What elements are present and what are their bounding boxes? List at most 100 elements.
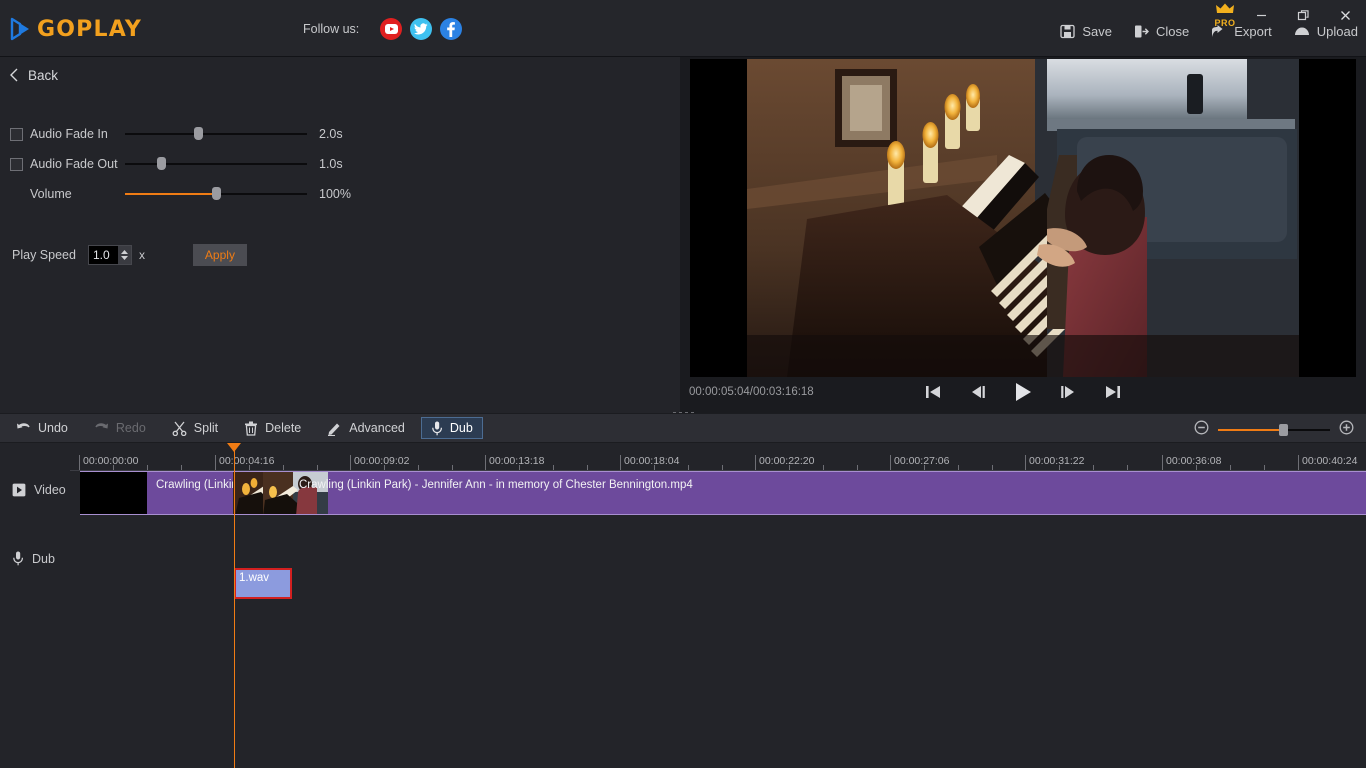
slider-handle[interactable] [193,127,203,140]
skip-start-icon [926,386,940,398]
track-label-dub: Dub [32,551,55,566]
slider-handle[interactable] [157,157,167,170]
audio-fade-out-slider[interactable] [125,156,307,172]
back-label: Back [28,67,59,83]
next-frame-icon [1061,386,1074,398]
close-project-label: Close [1155,24,1190,39]
track-header-dub[interactable]: Dub [12,551,55,566]
twitter-icon[interactable] [410,18,432,40]
split-label: Split [193,421,219,435]
advanced-button[interactable]: Advanced [317,417,415,439]
redo-label: Redo [115,421,146,435]
video-canvas[interactable] [690,59,1356,377]
audio-fade-in-checkbox[interactable] [10,127,23,141]
skip-start-button[interactable] [920,379,946,405]
close-project-button[interactable]: Close [1134,24,1189,39]
save-button[interactable]: Save [1060,24,1112,39]
dub-button[interactable]: Dub [420,417,483,439]
delete-button[interactable]: Delete [234,417,311,439]
video-frame [747,59,1299,377]
audio-fade-out-checkbox[interactable] [10,157,23,171]
ruler-label: 00:00:36:08 [1166,455,1222,467]
volume-label: Volume [30,187,72,201]
video-clip-2-label: Crawling (Linkin Park) - Jennifer Ann - … [299,479,693,491]
facebook-icon[interactable] [440,18,462,40]
export-button[interactable]: Export [1211,24,1272,39]
audio-fade-in-label: Audio Fade In [30,127,108,141]
microphone-icon [432,421,442,435]
play-speed-value: 1.0 [92,248,110,262]
apply-button[interactable]: Apply [192,244,247,266]
play-speed-row: Play Speed 1.0 x Apply [0,243,680,267]
social-links [380,18,462,40]
audio-fade-in-row: Audio Fade In 2.0s [0,123,680,145]
app-logo-text: GOPLAY [37,16,142,42]
volume-row: Volume 100% [0,183,680,205]
audio-fade-in-slider[interactable] [125,126,307,142]
redo-button[interactable]: Redo [84,417,156,439]
play-button[interactable] [1010,379,1036,405]
goplay-video-editor-window: GOPLAY Follow us: PRO Save Close Export … [0,0,1366,768]
trash-icon [245,421,258,436]
timeline-ruler[interactable]: 00:00:00:00 00:00:04:16 00:00:09:02 00:0… [70,451,1366,471]
zoom-slider[interactable] [1218,423,1330,437]
upload-button[interactable]: Upload [1294,24,1358,39]
transport-controls [680,379,1366,405]
play-logo-icon [8,16,34,42]
prev-frame-icon [972,386,985,398]
undo-button[interactable]: Undo [6,417,78,439]
slider-handle[interactable] [212,187,221,200]
dub-clip-1-label: 1.wav [239,572,270,584]
app-logo[interactable]: GOPLAY [8,14,142,44]
back-button[interactable]: Back [8,67,58,83]
ruler-label: 00:00:31:22 [1029,455,1085,467]
youtube-icon[interactable] [380,18,402,40]
redo-icon [95,423,108,429]
skip-end-button[interactable] [1100,379,1126,405]
skip-end-icon [1106,386,1120,398]
caret-down-icon [120,256,128,260]
audio-properties-panel: Back Audio Fade In 2.0s Audio Fade Out 1… [0,57,680,413]
zoom-fill [1218,429,1283,431]
zoom-handle[interactable] [1278,424,1288,436]
chevron-left-icon [10,68,18,82]
playhead-marker[interactable] [227,443,241,452]
export-icon [1212,25,1223,37]
zoom-in-icon[interactable] [1339,420,1354,440]
export-label: Export [1234,24,1272,39]
next-frame-button[interactable] [1055,379,1081,405]
video-clip-2[interactable]: Crawling (Linkin Park) - Jennifer Ann - … [233,471,1366,515]
pencil-icon [328,423,340,436]
clip-thumbnail-black [80,472,147,514]
video-preview-panel: 00:00:05:04/00:03:16:18 [680,57,1366,413]
track-header-column: Video Dub [0,443,70,768]
zoom-out-icon[interactable] [1194,420,1209,440]
track-header-video[interactable]: Video [12,483,66,497]
play-speed-label: Play Speed [12,248,76,262]
undo-label: Undo [38,421,68,435]
prev-frame-button[interactable] [965,379,991,405]
play-speed-stepper[interactable] [117,246,131,264]
track-label-video: Video [34,483,66,497]
top-action-menu: Save Close Export Upload [1060,24,1358,39]
ruler-label: 00:00:18:04 [624,455,680,467]
upload-label: Upload [1316,24,1358,39]
ruler-label: 00:00:04:16 [219,455,275,467]
ruler-label: 00:00:27:06 [894,455,950,467]
volume-slider[interactable] [125,186,307,202]
timeline-panel: Video Dub 00:00:00:00 00:00:04:16 00:00:… [0,443,1366,768]
play-speed-input[interactable]: 1.0 [87,245,132,265]
save-icon [1060,24,1075,39]
follow-us-label: Follow us: [303,22,360,36]
save-label: Save [1082,24,1112,39]
timeline-clips-area[interactable]: Crawling (Linkin Park) - Jennifer Ann - … [70,471,1366,768]
delete-label: Delete [265,421,302,435]
ruler-label: 00:00:13:18 [489,455,545,467]
split-button[interactable]: Split [162,417,228,439]
dub-clip-1[interactable]: 1.wav [234,568,292,599]
playhead[interactable] [227,443,241,768]
advanced-label: Advanced [349,421,405,435]
volume-value: 100% [319,187,351,201]
audio-fade-out-label: Audio Fade Out [30,157,118,171]
ruler-label: 00:00:40:24 [1302,455,1358,467]
